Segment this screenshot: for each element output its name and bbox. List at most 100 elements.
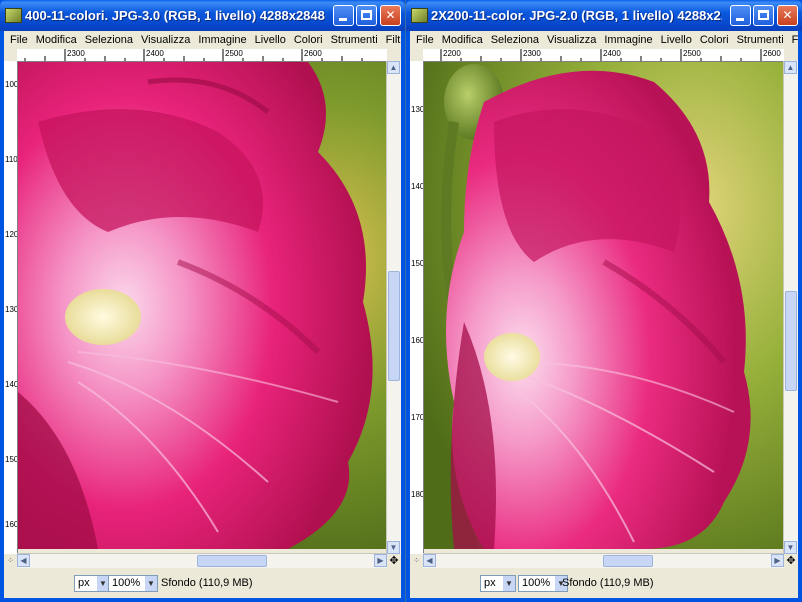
vertical-scrollbar[interactable]: ▲ ▼ [386, 61, 401, 554]
layer-status: Sfondo (110,9 MB) [562, 577, 654, 589]
ruler-label: 2400 [603, 49, 621, 58]
zoom-select[interactable]: 100% ▼ [108, 575, 158, 592]
ruler-label: 1800 [411, 490, 424, 499]
image-canvas[interactable] [18, 62, 387, 554]
menu-livello[interactable]: Livello [251, 31, 290, 49]
scroll-up-button[interactable]: ▲ [784, 61, 797, 74]
close-button[interactable]: ✕ [380, 5, 401, 26]
ruler-label: 1200 [5, 230, 18, 239]
unit-value: px [484, 577, 496, 589]
vertical-scroll-thumb[interactable] [388, 271, 400, 381]
horizontal-scroll-thumb[interactable] [197, 555, 267, 567]
menu-filtri[interactable]: Filtri [788, 31, 798, 49]
menu-visualizza[interactable]: Visualizza [137, 31, 194, 49]
menu-file[interactable]: File [412, 31, 438, 49]
menu-immagine[interactable]: Immagine [600, 31, 656, 49]
maximize-icon [361, 10, 372, 20]
image-window-left: 400-11-colori. JPG-3.0 (RGB, 1 livello) … [0, 0, 405, 602]
vertical-ruler[interactable]: 1000 1100 1200 1300 1400 1500 1600 [4, 61, 18, 554]
menu-colori[interactable]: Colori [290, 31, 327, 49]
ruler-label: 1100 [5, 155, 18, 164]
gimp-app-icon [5, 8, 22, 23]
quick-mask-toggle[interactable]: ⁘ [410, 554, 423, 568]
maximize-button[interactable] [753, 5, 774, 26]
horizontal-scrollbar[interactable]: ◀ ▶ [423, 553, 784, 568]
minimize-button[interactable] [730, 5, 751, 26]
horizontal-ruler[interactable]: 2200 2300 2400 2500 2600 [423, 49, 784, 62]
ruler-label: 1300 [411, 105, 424, 114]
menu-seleziona[interactable]: Seleziona [81, 31, 137, 49]
ruler-label: 2300 [67, 49, 85, 58]
horizontal-ruler[interactable]: 2300 2400 2500 2600 [17, 49, 387, 62]
scroll-up-button[interactable]: ▲ [387, 61, 400, 74]
zoom-corner-button[interactable] [387, 49, 401, 61]
ruler-label: 1400 [411, 182, 424, 191]
ruler-corner[interactable] [4, 49, 17, 61]
horizontal-scrollbar[interactable]: ◀ ▶ [17, 553, 387, 568]
flower-center [484, 333, 540, 381]
ruler-label: 2500 [225, 49, 243, 58]
ruler-label: 1400 [5, 380, 18, 389]
vertical-scroll-thumb[interactable] [785, 291, 797, 391]
ruler-label: 1600 [411, 336, 424, 345]
gimp-app-icon [411, 8, 428, 23]
zoom-corner-button[interactable] [784, 49, 798, 61]
scroll-right-button[interactable]: ▶ [374, 554, 387, 567]
ruler-label: 2600 [304, 49, 322, 58]
status-bar: px ▼ 100% ▼ Sfondo (110,9 MB) [410, 568, 798, 598]
window-title: 2X200-11-color. JPG-2.0 (RGB, 1 livello)… [431, 8, 722, 23]
layer-status: Sfondo (110,9 MB) [161, 577, 253, 589]
zoom-value: 100% [522, 577, 551, 589]
unit-select[interactable]: px ▼ [74, 575, 110, 592]
minimize-icon [736, 18, 744, 21]
scroll-down-button[interactable]: ▼ [784, 541, 797, 554]
menu-visualizza[interactable]: Visualizza [543, 31, 600, 49]
maximize-button[interactable] [356, 5, 377, 26]
image-canvas[interactable] [424, 62, 784, 554]
menu-filtri[interactable]: Filtri [382, 31, 401, 49]
window-client: File Modifica Seleziona Visualizza Immag… [410, 31, 798, 598]
menu-colori[interactable]: Colori [696, 31, 733, 49]
minimize-icon [339, 18, 347, 21]
scroll-left-button[interactable]: ◀ [17, 554, 30, 567]
vertical-ruler[interactable]: 1300 1400 1500 1600 1700 1800 [410, 61, 424, 554]
ruler-label: 1600 [5, 520, 18, 529]
scroll-right-button[interactable]: ▶ [771, 554, 784, 567]
quick-mask-toggle[interactable]: ⁘ [4, 554, 17, 568]
ruler-label: 2400 [146, 49, 164, 58]
navigate-icon[interactable]: ✥ [784, 554, 798, 568]
title-bar[interactable]: 400-11-colori. JPG-3.0 (RGB, 1 livello) … [0, 0, 405, 31]
window-client: File Modifica Seleziona Visualizza Immag… [4, 31, 401, 598]
minimize-button[interactable] [333, 5, 354, 26]
menu-strumenti[interactable]: Strumenti [733, 31, 788, 49]
close-button[interactable]: ✕ [777, 5, 798, 26]
vertical-scrollbar[interactable]: ▲ ▼ [783, 61, 798, 554]
menu-bar: File Modifica Seleziona Visualizza Immag… [410, 31, 798, 49]
chevron-down-icon: ▼ [145, 576, 157, 591]
menu-strumenti[interactable]: Strumenti [327, 31, 382, 49]
menu-seleziona[interactable]: Seleziona [487, 31, 543, 49]
ruler-label: 1700 [411, 413, 424, 422]
menu-file[interactable]: File [6, 31, 32, 49]
menu-immagine[interactable]: Immagine [194, 31, 250, 49]
menu-livello[interactable]: Livello [657, 31, 696, 49]
ruler-label: 1300 [5, 305, 18, 314]
menu-modifica[interactable]: Modifica [438, 31, 487, 49]
ruler-label: 2300 [523, 49, 541, 58]
maximize-icon [758, 10, 769, 20]
flower-photo [424, 62, 784, 551]
ruler-label: 1500 [5, 455, 18, 464]
zoom-select[interactable]: 100% ▼ [518, 575, 568, 592]
navigate-icon[interactable]: ✥ [387, 554, 401, 568]
ruler-corner[interactable] [410, 49, 423, 61]
scroll-left-button[interactable]: ◀ [423, 554, 436, 567]
unit-value: px [78, 577, 90, 589]
title-bar[interactable]: 2X200-11-color. JPG-2.0 (RGB, 1 livello)… [406, 0, 802, 31]
scroll-down-button[interactable]: ▼ [387, 541, 400, 554]
horizontal-scroll-thumb[interactable] [603, 555, 653, 567]
chevron-down-icon: ▼ [503, 576, 515, 591]
menu-bar: File Modifica Seleziona Visualizza Immag… [4, 31, 401, 49]
menu-modifica[interactable]: Modifica [32, 31, 81, 49]
ruler-label: 1000 [5, 80, 18, 89]
unit-select[interactable]: px ▼ [480, 575, 516, 592]
